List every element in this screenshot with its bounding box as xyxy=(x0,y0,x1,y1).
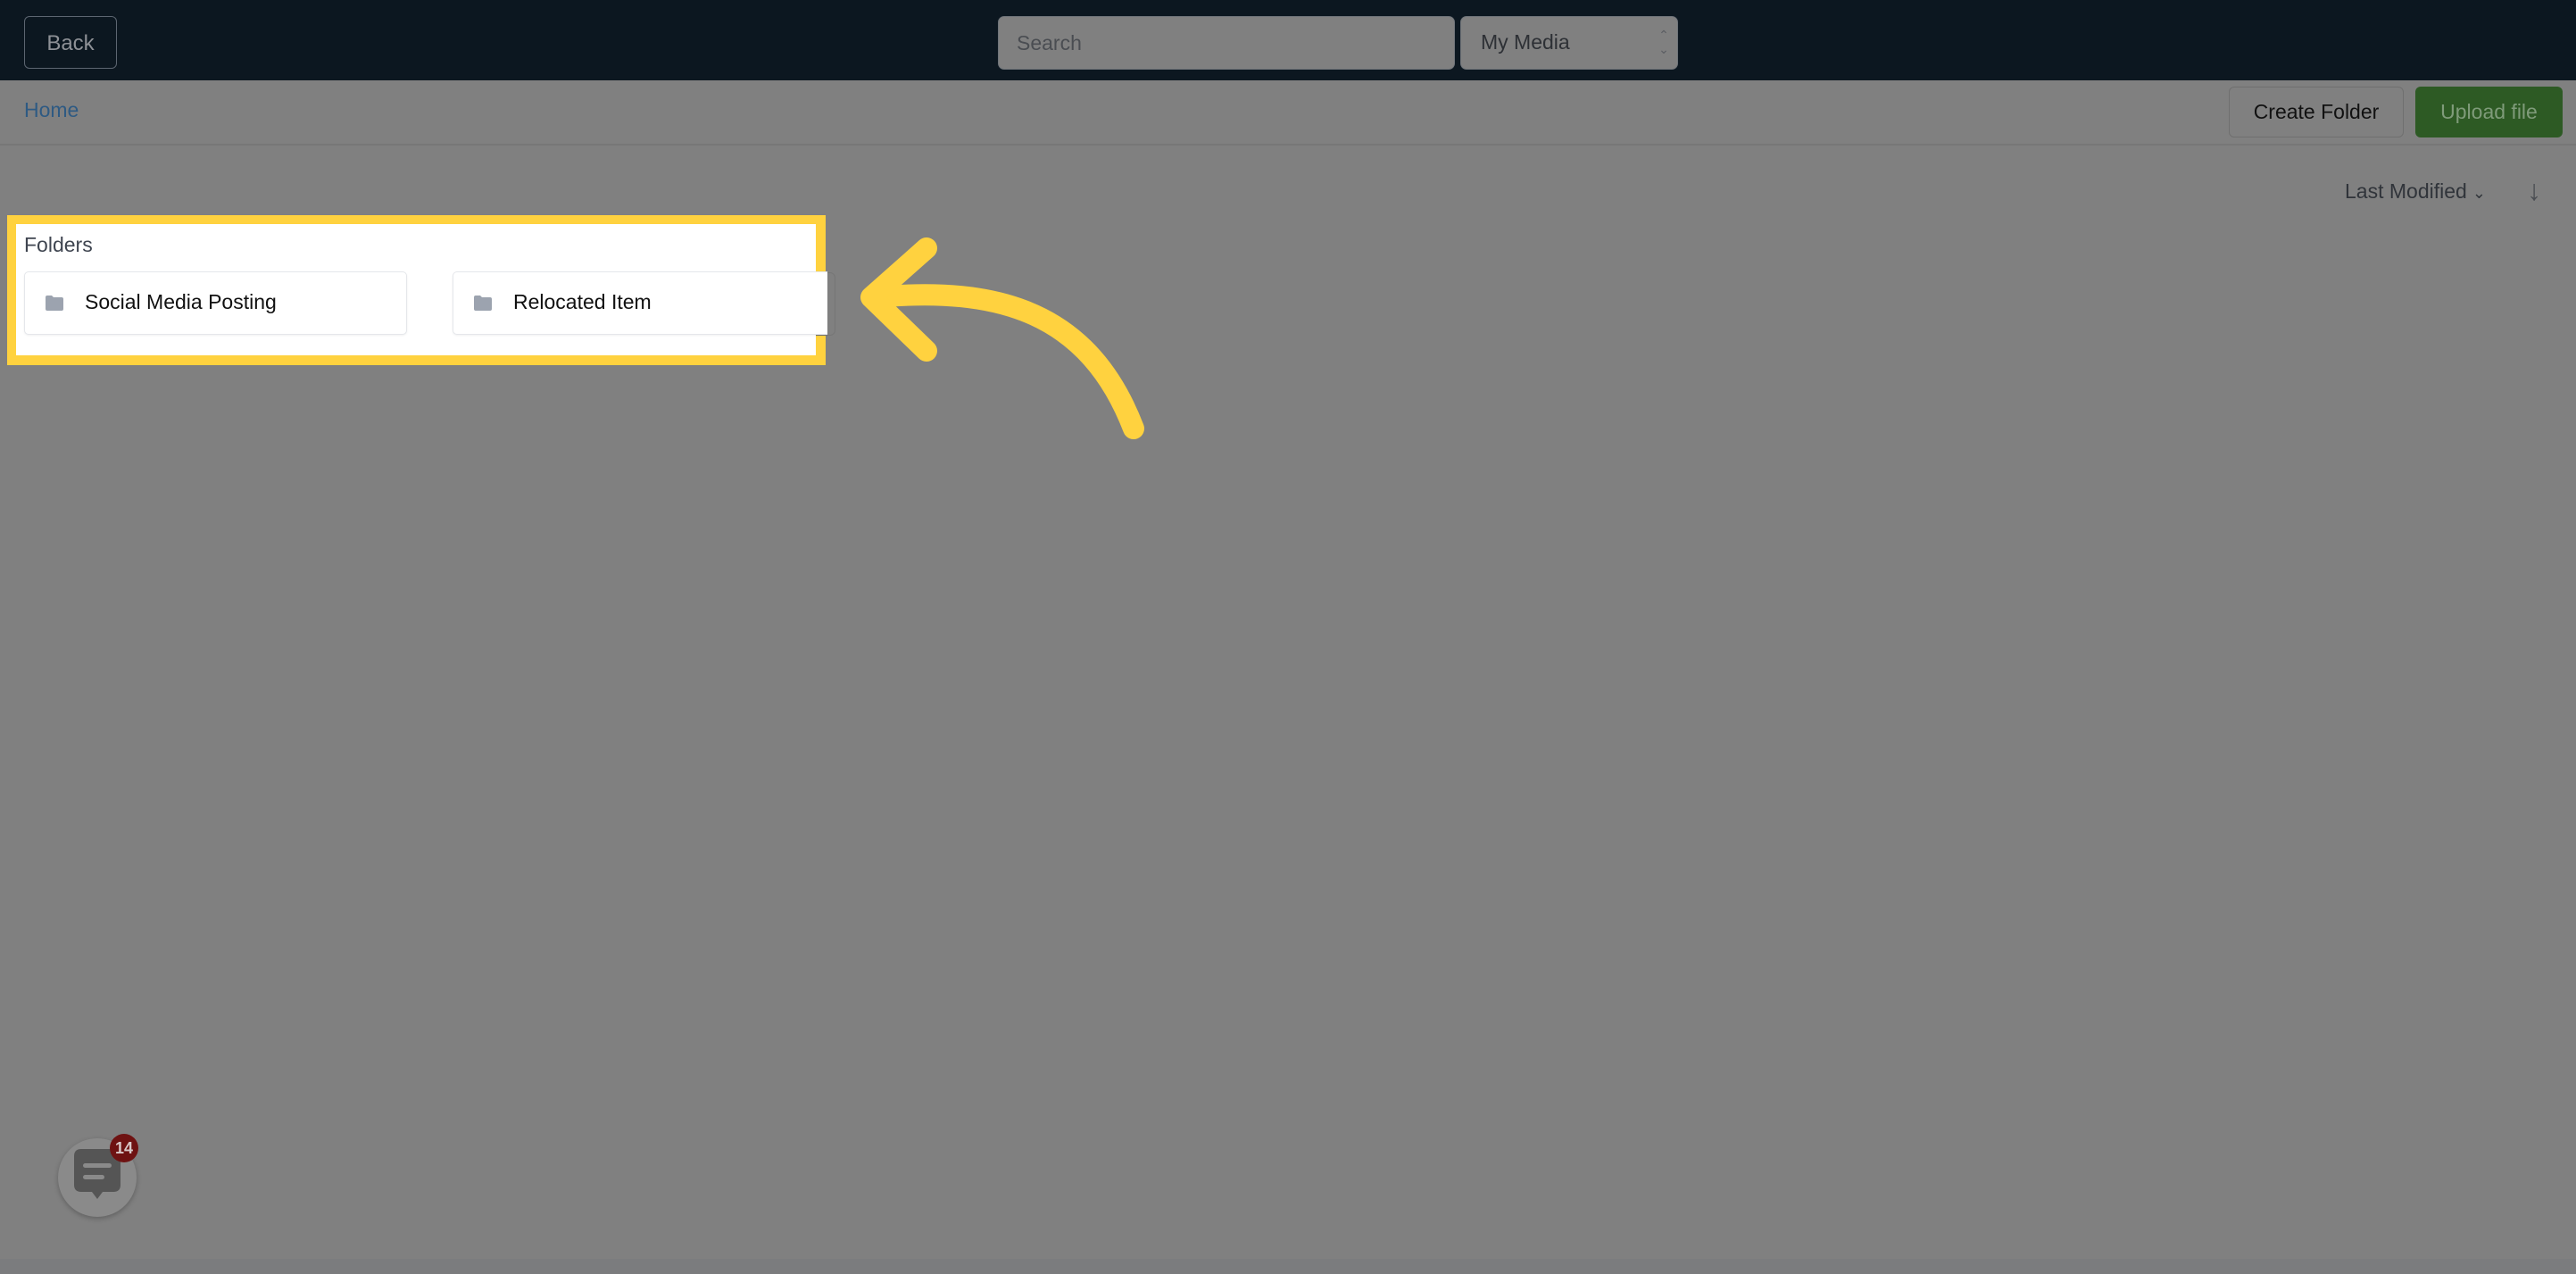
top-bar: Back Search My Media ⌃ ⌄ xyxy=(0,0,2576,80)
folder-card[interactable]: Relocated Item xyxy=(453,271,827,335)
folder-icon xyxy=(46,296,63,311)
folders-section-label: Folders xyxy=(24,233,93,256)
create-folder-button[interactable]: Create Folder xyxy=(2229,87,2404,137)
select-arrows-icon: ⌃ ⌄ xyxy=(1658,28,1669,56)
sort-direction-arrow-down-icon[interactable]: ↓ xyxy=(2527,174,2541,207)
folder-icon xyxy=(474,296,492,311)
media-scope-value: My Media xyxy=(1481,30,1570,54)
chevron-down-icon: ⌄ xyxy=(2472,184,2486,202)
media-scope-select[interactable]: My Media ⌃ ⌄ xyxy=(1460,16,1678,70)
back-button[interactable]: Back xyxy=(24,16,117,69)
folder-card[interactable]: Social Media Posting xyxy=(24,271,407,335)
folder-name: Social Media Posting xyxy=(85,290,277,313)
sort-field-label: Last Modified xyxy=(2345,179,2467,203)
folder-name: Relocated Item xyxy=(513,290,652,313)
bottom-strip xyxy=(0,1259,2576,1274)
upload-file-button[interactable]: Upload file xyxy=(2415,87,2563,137)
breadcrumb-home[interactable]: Home xyxy=(24,98,79,122)
sort-field-dropdown[interactable]: Last Modified ⌄ xyxy=(2345,179,2486,204)
annotation-arrow-icon xyxy=(860,237,1144,439)
search-input[interactable]: Search xyxy=(998,16,1455,70)
folders-section: Folders Social Media Posting Relocated I… xyxy=(16,224,827,355)
header-divider xyxy=(0,144,2576,146)
unread-count-badge: 14 xyxy=(110,1134,138,1162)
